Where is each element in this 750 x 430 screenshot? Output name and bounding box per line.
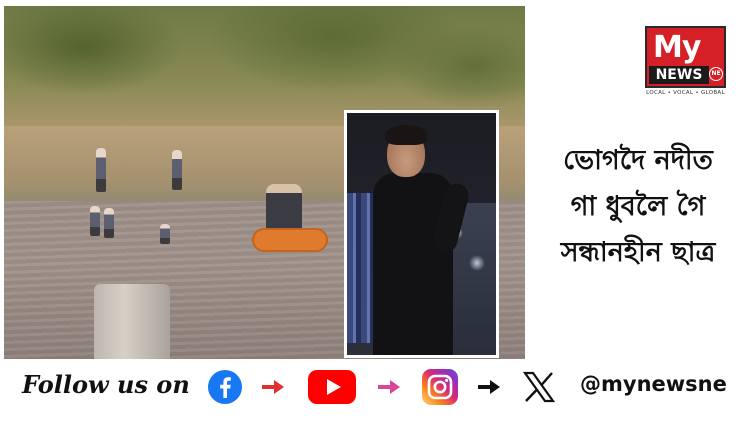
- bystander: [104, 208, 114, 238]
- social-handle[interactable]: @mynewsne: [580, 372, 727, 396]
- student-body: [373, 173, 453, 355]
- logo-tagline: LOCAL • VOCAL • GLOBAL: [646, 90, 725, 96]
- social-bar: Follow us on @mynewsne: [0, 362, 750, 418]
- x-icon[interactable]: [522, 370, 556, 404]
- missing-student-photo: [344, 110, 499, 358]
- facebook-icon[interactable]: [208, 370, 242, 404]
- follow-us-text: Follow us on: [22, 370, 190, 399]
- arrow-right-icon: [478, 380, 500, 394]
- headline: ভোগদৈ নদীত গা ধুবলৈ গৈ সন্ধানহীন ছাত্ৰ: [528, 138, 748, 276]
- arrow-right-icon: [262, 380, 284, 394]
- arrow-right-icon: [378, 380, 400, 394]
- youtube-icon[interactable]: [308, 370, 356, 404]
- headline-line: ভোগদৈ নদীত: [563, 145, 713, 176]
- logo-my: My: [653, 30, 701, 65]
- headline-line: সন্ধানহীন ছাত্ৰ: [560, 237, 716, 268]
- bystander: [172, 150, 182, 190]
- logo-box: My NEWS NE: [645, 26, 726, 88]
- bystander: [90, 206, 100, 236]
- concrete-post: [94, 284, 170, 359]
- rescue-boat: [252, 228, 328, 252]
- rescue-crew: [266, 184, 302, 230]
- bystander: [160, 224, 170, 244]
- logo-ne-badge: NE: [709, 67, 723, 81]
- logo-news: NEWS: [649, 66, 709, 84]
- headline-line: গা ধুবলৈ গৈ: [570, 191, 706, 222]
- student-hair: [385, 125, 427, 145]
- bystander: [96, 148, 106, 192]
- instagram-icon[interactable]: [422, 369, 458, 405]
- mynews-logo: My NEWS NE LOCAL • VOCAL • GLOBAL: [645, 26, 726, 98]
